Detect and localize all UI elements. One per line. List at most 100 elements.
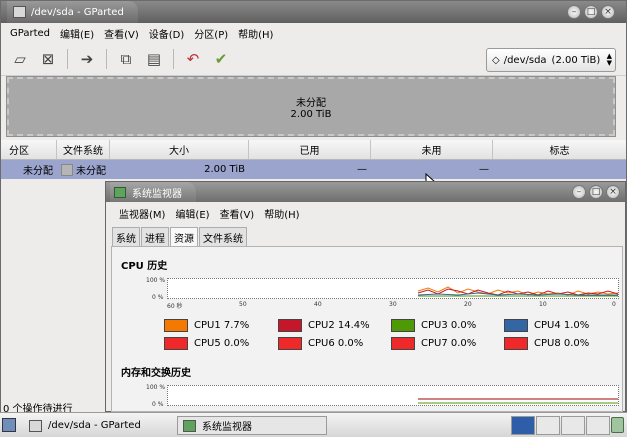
toolbar-separator [106,49,107,69]
map-size: 2.00 TiB [290,108,332,120]
table-row[interactable]: 未分配 未分配 2.00 TiB — — [1,160,626,179]
maximize-icon[interactable]: □ [584,5,598,19]
resize-move-icon[interactable]: ➔ [74,47,100,71]
menu-view[interactable]: 查看(V) [215,206,260,221]
cell-partition: 未分配 [23,166,53,177]
tab-processes[interactable]: 进程 [141,227,169,247]
workspace-3[interactable] [561,416,585,435]
sysmon-window-controls: – □ × [572,185,620,199]
mem-y-100: 100 % [146,384,166,391]
gparted-toolbar: ▱ ⊠ ➔ ⧉ ▤ ↶ ✔ ◇ /dev/sda (2.00 TiB) ▲ ▼ [1,43,626,76]
cpu4-label: CPU4 [534,320,561,331]
cpu2-color-swatch[interactable] [278,319,302,332]
sysmon-window: 系统监视器 – □ × 监视器(M) 编辑(E) 查看(V) 帮助(H) 系统 进程… [105,181,626,412]
col-unused[interactable]: 未用 [371,140,493,159]
col-partition[interactable]: 分区 [1,140,57,159]
cpu7-legend[interactable]: CPU7 0.0% [391,337,476,350]
gparted-titlebar[interactable]: /dev/sda - GParted [1,1,626,23]
gparted-window-controls: – □ × [567,5,615,19]
monitor-icon [114,186,126,198]
copy-icon[interactable]: ⧉ [113,47,139,71]
cpu3-color-swatch[interactable] [391,319,415,332]
menu-partition[interactable]: 分区(P) [189,26,233,41]
cpu2-value: 14.4% [337,320,370,331]
cpu1-color-swatch[interactable] [164,319,188,332]
close-icon[interactable]: × [606,185,620,199]
tab-system[interactable]: 系统 [112,227,140,247]
cpu5-color-swatch[interactable] [164,337,188,350]
close-icon[interactable]: × [601,5,615,19]
show-desktop-icon[interactable] [2,418,16,432]
new-partition-icon[interactable]: ▱ [7,47,33,71]
menu-gparted[interactable]: GParted [5,28,55,39]
cpu2-legend[interactable]: CPU2 14.4% [278,319,370,332]
menu-monitor[interactable]: 监视器(M) [114,206,170,221]
sysmon-menubar: 监视器(M) 编辑(E) 查看(V) 帮助(H) [106,204,305,222]
minimize-icon[interactable]: – [567,5,581,19]
workspace-1[interactable] [511,416,535,435]
maximize-icon[interactable]: □ [589,185,603,199]
minimize-icon[interactable]: – [572,185,586,199]
cpu-x-50: 50 [239,301,247,308]
cpu6-label: CPU6 [308,338,335,349]
cpu1-value: 7.7% [223,320,250,331]
delete-partition-icon[interactable]: ⊠ [35,47,61,71]
gparted-title: /dev/sda - GParted [31,6,124,18]
cpu2-label: CPU2 [308,320,335,331]
cpu8-color-swatch[interactable] [504,337,528,350]
memory-graph [167,385,619,406]
partition-map[interactable]: 未分配 2.00 TiB [6,76,616,137]
memory-history-lines [418,398,618,404]
trash-icon[interactable] [611,417,624,433]
col-used[interactable]: 已用 [249,140,371,159]
cpu8-value: 0.0% [563,338,590,349]
cpu-x-40: 40 [314,301,322,308]
menu-edit[interactable]: 编辑(E) [55,26,99,41]
cpu1-legend[interactable]: CPU1 7.7% [164,319,249,332]
cpu6-legend[interactable]: CPU6 0.0% [278,337,363,350]
cpu-y-0: 0 % [152,294,164,301]
tab-resources[interactable]: 资源 [170,227,198,247]
cpu5-value: 0.0% [223,338,250,349]
disk-icon [13,6,26,18]
col-filesystem[interactable]: 文件系统 [57,140,110,159]
cpu3-legend[interactable]: CPU3 0.0% [391,319,476,332]
cpu-x-10: 10 [539,301,547,308]
apply-icon[interactable]: ✔ [208,47,234,71]
sysmon-tabs: 系统 进程 资源 文件系统 [112,227,248,247]
cpu5-label: CPU5 [194,338,221,349]
menu-view[interactable]: 查看(V) [99,26,144,41]
cpu4-color-swatch[interactable] [504,319,528,332]
menu-edit[interactable]: 编辑(E) [170,206,214,221]
device-label: /dev/sda [503,54,547,66]
sysmon-titlebar[interactable]: 系统监视器 [106,182,625,202]
cpu3-label: CPU3 [421,320,448,331]
taskbar-gparted-label: /dev/sda - GParted [48,420,141,431]
taskbar-item-sysmon[interactable]: 系统监视器 [177,416,327,435]
tab-filesystems[interactable]: 文件系统 [199,227,247,247]
cpu-x-30: 30 [389,301,397,308]
cpu6-color-swatch[interactable] [278,337,302,350]
cpu5-legend[interactable]: CPU5 0.0% [164,337,249,350]
col-flags[interactable]: 标志 [493,140,626,159]
col-size[interactable]: 大小 [110,140,249,159]
menu-help[interactable]: 帮助(H) [259,206,304,221]
cpu1-label: CPU1 [194,320,221,331]
cpu7-color-swatch[interactable] [391,337,415,350]
cpu8-legend[interactable]: CPU8 0.0% [504,337,589,350]
cell-filesystem: 未分配 [57,162,110,177]
paste-icon[interactable]: ▤ [141,47,167,71]
cpu-history-heading: CPU 历史 [121,261,168,272]
device-selector[interactable]: ◇ /dev/sda (2.00 TiB) ▲ ▼ [486,48,616,72]
cpu7-value: 0.0% [450,338,477,349]
undo-icon[interactable]: ↶ [180,47,206,71]
menu-device[interactable]: 设备(D) [144,26,190,41]
workspace-2[interactable] [536,416,560,435]
taskbar: /dev/sda - GParted 系统监视器 [0,412,627,437]
cpu4-legend[interactable]: CPU4 1.0% [504,319,589,332]
cpu8-label: CPU8 [534,338,561,349]
sysmon-title: 系统监视器 [132,188,182,200]
taskbar-item-gparted[interactable]: /dev/sda - GParted [26,416,174,435]
workspace-4[interactable] [586,416,610,435]
menu-help[interactable]: 帮助(H) [233,26,278,41]
